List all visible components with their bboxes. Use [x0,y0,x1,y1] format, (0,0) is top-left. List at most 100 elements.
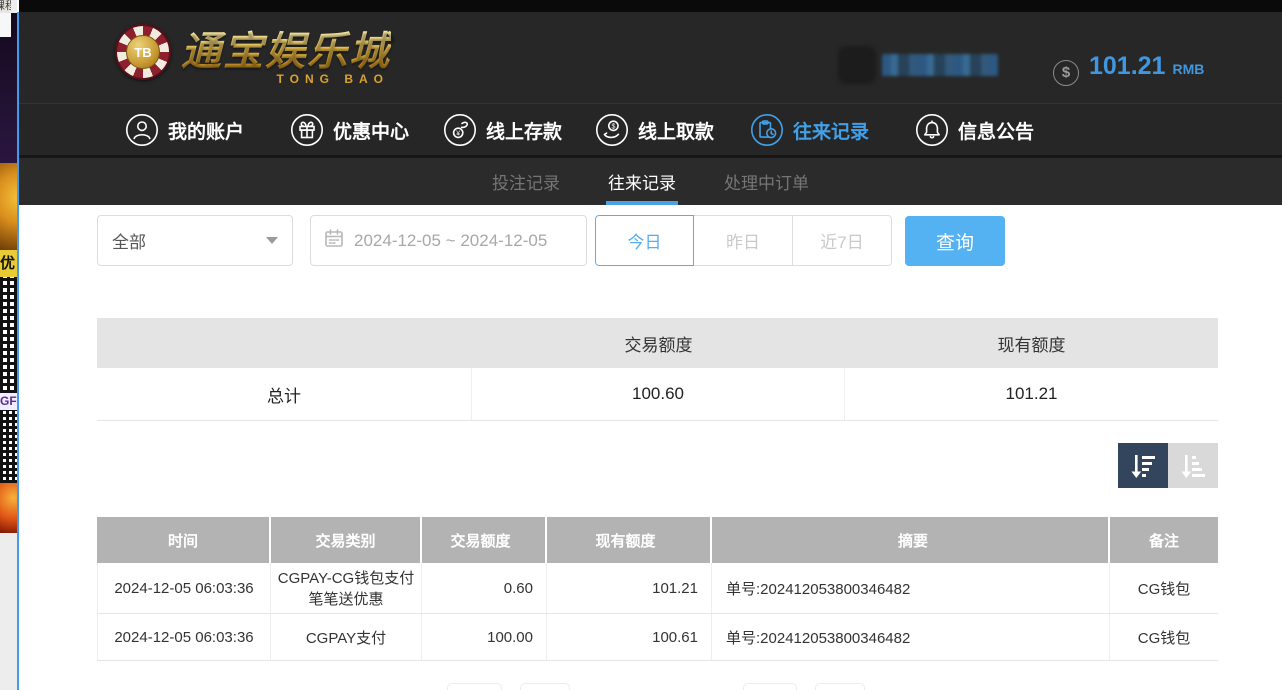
nav-label: 线上取款 [638,117,714,144]
date-range-input[interactable]: 2024-12-05 ~ 2024-12-05 [310,215,587,266]
col-header-summary: 摘要 [712,517,1110,563]
nav-label: 优惠中心 [333,117,409,144]
cell-balance: 100.61 [547,614,712,660]
pagination-button[interactable] [447,683,502,690]
tab-transaction-records[interactable]: 往来记录 [606,158,678,205]
col-header-amount: 交易额度 [422,517,547,563]
summary-current-amount: 101.21 [845,368,1218,420]
tab-processing-orders[interactable]: 处理中订单 [722,158,811,205]
date-range-value: 2024-12-05 ~ 2024-12-05 [354,231,547,251]
nav-item-withdraw[interactable]: $ 线上取款 [595,104,714,156]
col-header-time: 时间 [97,517,271,563]
chip-monogram: TB [126,35,160,69]
col-header-type: 交易类别 [271,517,422,563]
cell-time: 2024-12-05 06:03:36 [97,563,271,613]
logo-subtitle: TONG BAO [277,72,389,86]
gift-icon [290,113,324,147]
sort-descending-button[interactable] [1118,443,1168,488]
pagination-button[interactable] [520,683,570,690]
nav-item-announcements[interactable]: 信息公告 [915,104,1034,156]
col-header-note: 备注 [1110,517,1218,563]
tab-label: 投注记录 [492,169,560,194]
summary-total-row: 总计 100.60 101.21 [97,368,1218,421]
background-image-fragment [0,483,17,533]
avatar [838,46,876,84]
bell-icon [915,113,949,147]
balance-display[interactable]: $ 101.21 RMB [1053,52,1204,83]
summary-transaction-amount: 100.60 [472,368,845,420]
nav-item-my-account[interactable]: 我的账户 [125,104,244,156]
summary-table: 交易额度 现有额度 总计 100.60 101.21 [97,318,1218,421]
nav-label: 我的账户 [168,117,244,144]
yesterday-button[interactable]: 昨日 [694,215,793,266]
summary-header-transaction: 交易额度 [472,318,845,368]
balance-amount: 101.21 [1089,52,1165,81]
background-white-block [0,13,11,37]
background-banner-image [0,163,17,250]
summary-total-label: 总计 [97,368,472,420]
type-select[interactable]: 全部 [97,215,293,266]
poker-chip-icon: TB [115,24,171,80]
svg-text:$: $ [611,123,615,130]
query-button[interactable]: 查询 [905,216,1005,266]
cell-note: CG钱包 [1110,563,1218,613]
balance-currency: RMB [1172,61,1204,77]
top-black-bar [19,0,1282,12]
nav-item-transaction-records[interactable]: 往来记录 [750,104,869,156]
logo-text: 通宝娱乐城 TONG BAO [181,30,391,74]
sort-ascending-button[interactable] [1168,443,1218,488]
tab-label: 处理中订单 [724,169,809,194]
cell-amount: 0.60 [422,563,547,613]
cell-summary: 单号:202412053800346482 [712,563,1110,613]
cell-amount: 100.00 [422,614,547,660]
records-icon [750,113,784,147]
dollar-icon: $ [1053,60,1079,86]
tab-label: 往来记录 [608,169,676,194]
background-edge-text: 課程 [0,0,11,13]
table-row[interactable]: 2024-12-05 06:03:36 CGPAY-CG钱包支付笔笔送优惠 0.… [97,563,1218,614]
nav-item-deposit[interactable]: ¥ 线上存款 [443,104,562,156]
background-page-strip: 課程 优 GF [0,0,17,690]
quick-date-buttons: 今日 昨日 近7日 [595,215,892,266]
nav-label: 往来记录 [793,117,869,144]
records-table: 时间 交易类别 交易额度 现有额度 摘要 备注 2024-12-05 06:03… [97,517,1218,661]
summary-header-empty [97,318,472,368]
type-select-value: 全部 [112,228,266,253]
nav-item-promotions[interactable]: 优惠中心 [290,104,409,156]
nav-label: 线上存款 [486,117,562,144]
last-7-days-button[interactable]: 近7日 [793,215,892,266]
cell-summary: 单号:202412053800346482 [712,614,1110,660]
nav-label: 信息公告 [958,117,1034,144]
records-tab-bar: 投注记录 往来记录 处理中订单 [19,155,1282,205]
username-redacted [882,54,998,76]
qr-code-fragment [0,277,17,393]
window-edge-divider [17,12,19,690]
svg-text:¥: ¥ [456,130,460,137]
sort-controls [1118,443,1218,488]
cell-time: 2024-12-05 06:03:36 [97,614,271,660]
deposit-icon: ¥ [443,113,477,147]
main-navigation: 我的账户 优惠中心 ¥ [19,103,1282,155]
pagination-button[interactable] [815,683,865,690]
cell-note: CG钱包 [1110,614,1218,660]
calendar-icon [323,227,345,254]
main-page: TB 通宝娱乐城 TONG BAO $ 101.21 RMB [19,0,1282,690]
table-row[interactable]: 2024-12-05 06:03:36 CGPAY支付 100.00 100.6… [97,614,1218,661]
summary-header-row: 交易额度 现有额度 [97,318,1218,368]
qr-code-fragment [0,410,17,483]
background-gf-label: GF [0,393,17,410]
cell-type: CGPAY支付 [271,614,422,660]
today-button[interactable]: 今日 [595,215,694,266]
site-logo[interactable]: TB 通宝娱乐城 TONG BAO [115,24,391,80]
pagination-button[interactable] [743,683,797,690]
cell-type: CGPAY-CG钱包支付笔笔送优惠 [271,563,422,613]
site-header: TB 通宝娱乐城 TONG BAO $ 101.21 RMB [19,12,1282,103]
withdraw-icon: $ [595,113,629,147]
col-header-balance: 现有额度 [547,517,712,563]
chevron-down-icon [266,237,278,244]
tab-betting-records[interactable]: 投注记录 [490,158,562,205]
user-account-area[interactable] [838,46,998,84]
records-header-row: 时间 交易类别 交易额度 现有额度 摘要 备注 [97,517,1218,563]
content-area: 全部 2024-12-05 ~ 2024-12-05 今日 昨日 近7日 查询 [19,205,1282,690]
screen: 課程 优 GF TB 通宝娱乐城 TONG BAO [0,0,1282,690]
